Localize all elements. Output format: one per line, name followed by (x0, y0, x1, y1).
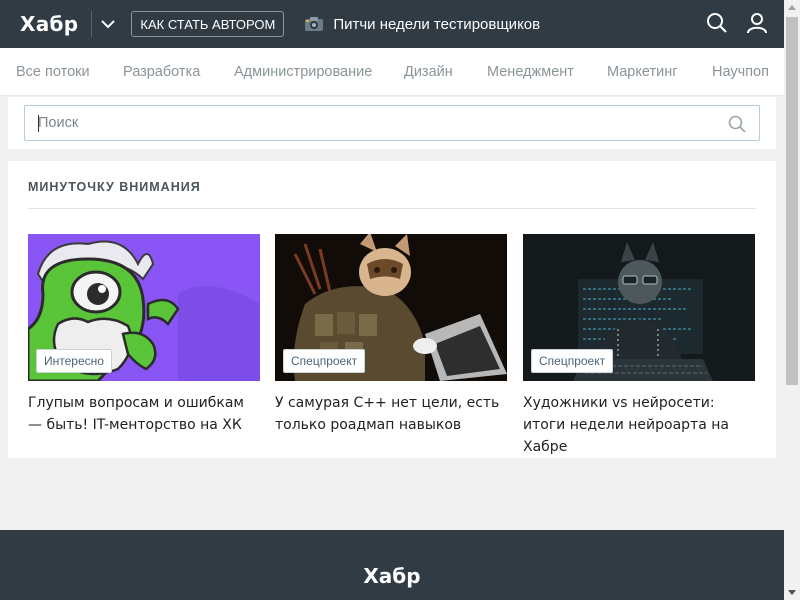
chevron-down-icon[interactable] (94, 10, 122, 38)
card-badge: Спецпроект (283, 349, 366, 373)
camera-icon (305, 17, 324, 31)
card-image: Спецпроект (523, 234, 755, 381)
card-badge: Интересно (36, 349, 112, 373)
promo-card[interactable]: Интересно Глупым вопросам и ошибкам — бы… (28, 234, 260, 436)
promo-card[interactable]: Спецпроект Художники vs нейросети: итоги… (523, 234, 755, 458)
footer: Хабр (0, 530, 784, 600)
search-panel (8, 97, 776, 149)
card-image: Спецпроект (275, 234, 507, 381)
attention-block: МИНУТОЧКУ ВНИМАНИЯ Интересно Глупым вопр… (8, 161, 776, 458)
nav-item-design[interactable]: Дизайн (404, 64, 453, 80)
promo-text: Питчи недели тестировщиков (333, 15, 541, 33)
hubs-navigation: Все потоки Разработка Администрирование … (0, 48, 784, 96)
promo-card[interactable]: Спецпроект У самурая C++ нет цели, есть … (275, 234, 507, 436)
scroll-up-arrow-icon[interactable] (788, 5, 796, 10)
card-badge: Спецпроект (531, 349, 614, 373)
search-icon[interactable] (706, 12, 728, 34)
nav-item-popsci[interactable]: Научпоп (712, 64, 769, 80)
logo-divider (91, 11, 93, 37)
promo-link[interactable]: Питчи недели тестировщиков (304, 16, 540, 33)
footer-logo[interactable]: Хабр (0, 564, 784, 588)
search-icon[interactable] (728, 115, 746, 133)
habr-logo[interactable]: Хабр (20, 12, 78, 36)
card-title[interactable]: Художники vs нейросети: итоги недели ней… (523, 392, 755, 458)
card-title[interactable]: Глупым вопросам и ошибкам — быть! IT-мен… (28, 392, 260, 436)
attention-title: МИНУТОЧКУ ВНИМАНИЯ (28, 180, 201, 194)
text-caret (38, 115, 39, 132)
nav-item-all-flows[interactable]: Все потоки (16, 64, 90, 80)
card-image: Интересно (28, 234, 260, 381)
scrollbar[interactable] (784, 0, 800, 600)
scroll-down-arrow-icon[interactable] (788, 590, 796, 595)
divider (28, 208, 756, 209)
nav-item-management[interactable]: Менеджмент (487, 64, 574, 80)
card-title[interactable]: У самурая C++ нет цели, есть только роад… (275, 392, 507, 436)
how-to-become-author-button[interactable]: КАК СТАТЬ АВТОРОМ (131, 11, 285, 37)
nav-item-marketing[interactable]: Маркетинг (607, 64, 678, 80)
nav-item-development[interactable]: Разработка (123, 64, 200, 80)
search-box (24, 105, 760, 141)
scrollbar-thumb[interactable] (786, 17, 798, 385)
user-icon[interactable] (746, 12, 768, 34)
search-input[interactable] (25, 106, 705, 140)
top-header: Хабр КАК СТАТЬ АВТОРОМ Питчи недели тест… (0, 0, 784, 48)
nav-item-administration[interactable]: Администрирование (234, 64, 372, 80)
